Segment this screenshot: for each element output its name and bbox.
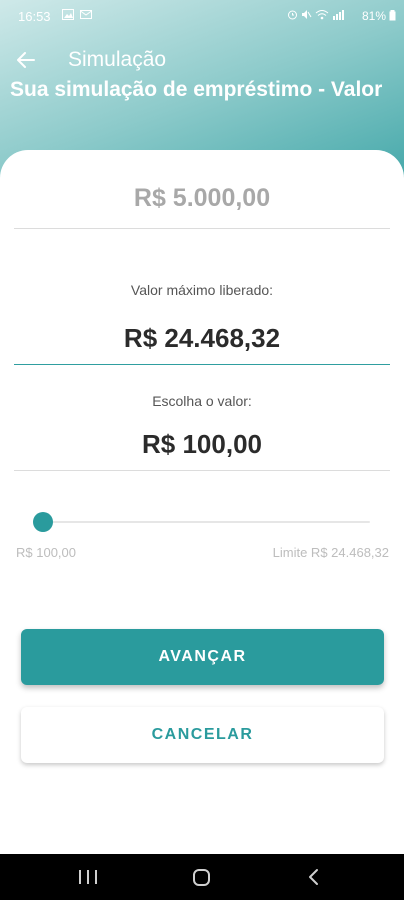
max-value-amount: R$ 24.468,32 (14, 316, 390, 365)
system-nav-bar (0, 854, 404, 900)
recent-apps-button[interactable] (58, 854, 118, 900)
value-slider-track[interactable] (38, 521, 370, 523)
choose-value-label: Escolha o valor: (152, 393, 252, 409)
status-bar: 16:53 81% (0, 0, 404, 32)
nav-back-button[interactable] (284, 854, 344, 900)
slider-min-label: R$ 100,00 (16, 545, 76, 560)
home-button[interactable] (172, 854, 232, 900)
cancel-button[interactable]: CANCELAR (21, 707, 384, 763)
status-system-icons (287, 8, 344, 20)
appbar-title: Simulação (68, 48, 167, 71)
chosen-value-amount: R$ 100,00 (14, 422, 390, 471)
back-button[interactable] (12, 46, 40, 74)
mail-icon (80, 9, 93, 19)
amount-input[interactable]: R$ 5.000,00 (14, 172, 390, 229)
battery-percent: 81% (361, 9, 386, 23)
app-bar: Simulação (0, 40, 404, 80)
wifi-icon (315, 9, 329, 19)
page-title: Sua simulação de empréstimo - Valor (10, 78, 383, 101)
slider-max-label: Limite R$ 24.468,32 (272, 545, 389, 560)
image-icon (62, 8, 74, 20)
mute-icon (301, 9, 312, 19)
battery-icon (389, 10, 396, 21)
alarm-icon (287, 10, 297, 20)
max-value-label: Valor máximo liberado: (130, 282, 274, 298)
arrow-left-icon (17, 52, 35, 68)
recent-apps-icon (79, 870, 97, 884)
home-icon (193, 869, 210, 886)
signal-icon (333, 9, 344, 20)
status-time: 16:53 (18, 9, 51, 24)
value-slider-thumb[interactable] (33, 512, 53, 532)
advance-button[interactable]: AVANÇAR (21, 629, 384, 685)
status-notification-icons (62, 8, 93, 20)
back-icon (309, 869, 318, 885)
